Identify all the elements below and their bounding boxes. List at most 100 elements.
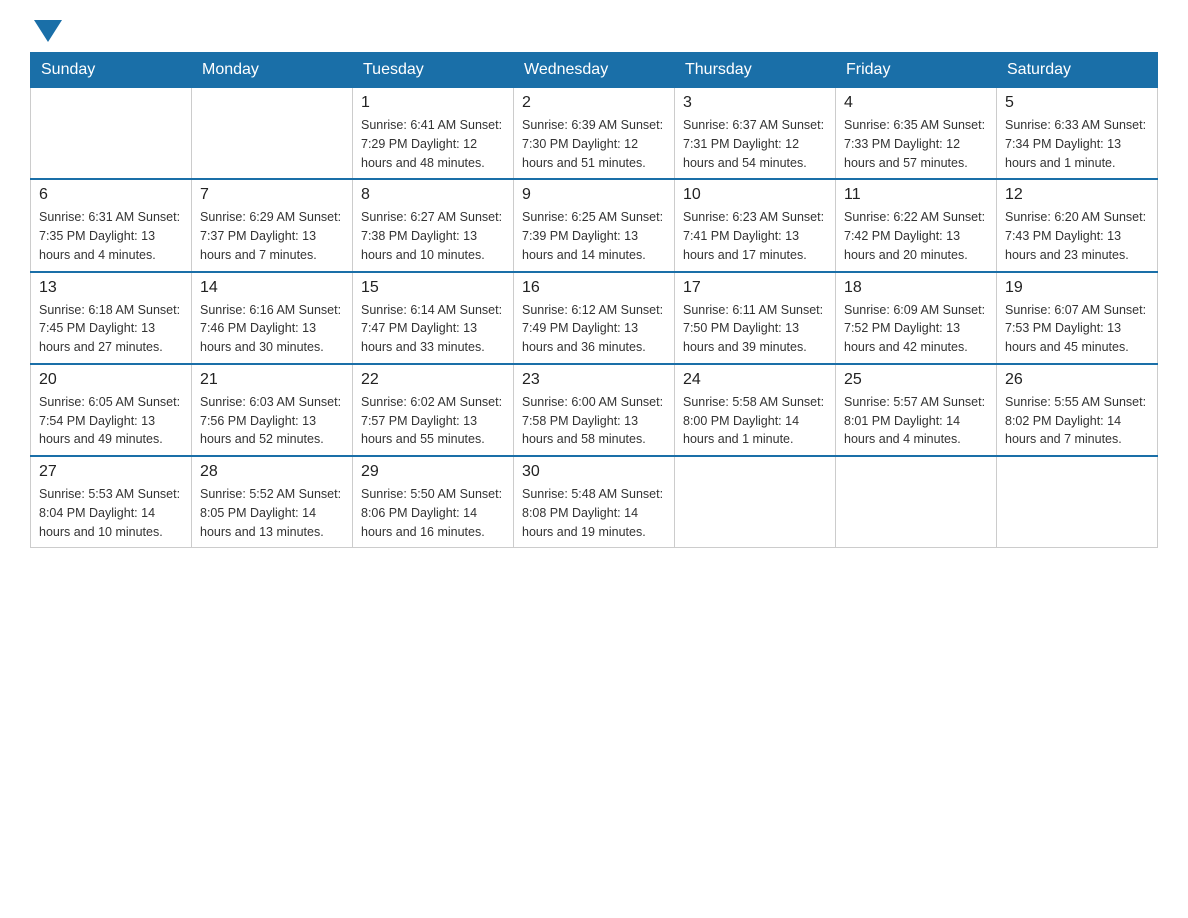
day-info: Sunrise: 6:29 AM Sunset: 7:37 PM Dayligh… — [200, 208, 344, 264]
day-info: Sunrise: 5:55 AM Sunset: 8:02 PM Dayligh… — [1005, 393, 1149, 449]
calendar-cell: 16 Sunrise: 6:12 AM Sunset: 7:49 PM Dayli… — [514, 272, 675, 364]
day-number: 4 — [844, 94, 988, 112]
day-info: Sunrise: 6:03 AM Sunset: 7:56 PM Dayligh… — [200, 393, 344, 449]
calendar-cell: 12 Sunrise: 6:20 AM Sunset: 7:43 PM Dayli… — [997, 179, 1158, 271]
calendar-cell: 29 Sunrise: 5:50 AM Sunset: 8:06 PM Dayli… — [353, 456, 514, 548]
day-number: 1 — [361, 94, 505, 112]
calendar-cell: 10 Sunrise: 6:23 AM Sunset: 7:41 PM Dayli… — [675, 179, 836, 271]
calendar-week-row: 27Sunrise: 5:53 AM Sunset: 8:04 PM Dayli… — [31, 456, 1158, 548]
day-number: 13 — [39, 279, 183, 297]
calendar-cell: 7 Sunrise: 6:29 AM Sunset: 7:37 PM Daylig… — [192, 179, 353, 271]
column-header-tuesday: Tuesday — [353, 53, 514, 88]
day-number: 29 — [361, 463, 505, 481]
calendar-cell: 21 Sunrise: 6:03 AM Sunset: 7:56 PM Dayli… — [192, 364, 353, 456]
day-number: 9 — [522, 186, 666, 204]
day-number: 20 — [39, 371, 183, 389]
day-number: 11 — [844, 186, 988, 204]
calendar-cell: 14Sunrise: 6:16 AM Sunset: 7:46 PM Dayli… — [192, 272, 353, 364]
day-number: 16 — [522, 279, 666, 297]
day-number: 21 — [200, 371, 344, 389]
day-info: Sunrise: 6:22 AM Sunset: 7:42 PM Dayligh… — [844, 208, 988, 264]
day-number: 25 — [844, 371, 988, 389]
calendar-cell: 28 Sunrise: 5:52 AM Sunset: 8:05 PM Dayli… — [192, 456, 353, 548]
day-info: Sunrise: 6:23 AM Sunset: 7:41 PM Dayligh… — [683, 208, 827, 264]
calendar-cell: 26 Sunrise: 5:55 AM Sunset: 8:02 PM Dayli… — [997, 364, 1158, 456]
calendar-cell: 13Sunrise: 6:18 AM Sunset: 7:45 PM Dayli… — [31, 272, 192, 364]
day-number: 10 — [683, 186, 827, 204]
day-number: 30 — [522, 463, 666, 481]
column-header-saturday: Saturday — [997, 53, 1158, 88]
day-info: Sunrise: 6:00 AM Sunset: 7:58 PM Dayligh… — [522, 393, 666, 449]
calendar-week-row: 13Sunrise: 6:18 AM Sunset: 7:45 PM Dayli… — [31, 272, 1158, 364]
calendar-cell: 9 Sunrise: 6:25 AM Sunset: 7:39 PM Daylig… — [514, 179, 675, 271]
day-number: 3 — [683, 94, 827, 112]
day-info: Sunrise: 6:41 AM Sunset: 7:29 PM Dayligh… — [361, 116, 505, 172]
day-number: 2 — [522, 94, 666, 112]
calendar-cell: 11 Sunrise: 6:22 AM Sunset: 7:42 PM Dayli… — [836, 179, 997, 271]
calendar-cell: 8 Sunrise: 6:27 AM Sunset: 7:38 PM Daylig… — [353, 179, 514, 271]
calendar-cell: 30 Sunrise: 5:48 AM Sunset: 8:08 PM Dayli… — [514, 456, 675, 548]
day-number: 5 — [1005, 94, 1149, 112]
logo — [30, 20, 66, 42]
day-number: 28 — [200, 463, 344, 481]
day-info: Sunrise: 6:31 AM Sunset: 7:35 PM Dayligh… — [39, 208, 183, 264]
day-info: Sunrise: 6:20 AM Sunset: 7:43 PM Dayligh… — [1005, 208, 1149, 264]
calendar-week-row: 1 Sunrise: 6:41 AM Sunset: 7:29 PM Daylig… — [31, 88, 1158, 180]
day-info: Sunrise: 6:33 AM Sunset: 7:34 PM Dayligh… — [1005, 116, 1149, 172]
day-info: Sunrise: 6:12 AM Sunset: 7:49 PM Dayligh… — [522, 301, 666, 357]
day-info: Sunrise: 5:50 AM Sunset: 8:06 PM Dayligh… — [361, 485, 505, 541]
day-info: Sunrise: 5:58 AM Sunset: 8:00 PM Dayligh… — [683, 393, 827, 449]
column-header-monday: Monday — [192, 53, 353, 88]
calendar-cell: 19 Sunrise: 6:07 AM Sunset: 7:53 PM Dayli… — [997, 272, 1158, 364]
calendar-header-row: SundayMondayTuesdayWednesdayThursdayFrid… — [31, 53, 1158, 88]
calendar-week-row: 20 Sunrise: 6:05 AM Sunset: 7:54 PM Dayli… — [31, 364, 1158, 456]
day-number: 23 — [522, 371, 666, 389]
calendar-table: SundayMondayTuesdayWednesdayThursdayFrid… — [30, 52, 1158, 548]
day-number: 7 — [200, 186, 344, 204]
day-number: 6 — [39, 186, 183, 204]
calendar-cell: 25 Sunrise: 5:57 AM Sunset: 8:01 PM Dayli… — [836, 364, 997, 456]
day-number: 12 — [1005, 186, 1149, 204]
day-info: Sunrise: 6:25 AM Sunset: 7:39 PM Dayligh… — [522, 208, 666, 264]
day-info: Sunrise: 6:39 AM Sunset: 7:30 PM Dayligh… — [522, 116, 666, 172]
day-info: Sunrise: 6:35 AM Sunset: 7:33 PM Dayligh… — [844, 116, 988, 172]
calendar-cell: 15 Sunrise: 6:14 AM Sunset: 7:47 PM Dayli… — [353, 272, 514, 364]
calendar-cell: 24 Sunrise: 5:58 AM Sunset: 8:00 PM Dayli… — [675, 364, 836, 456]
calendar-cell — [192, 88, 353, 180]
column-header-friday: Friday — [836, 53, 997, 88]
day-info: Sunrise: 6:16 AM Sunset: 7:46 PM Dayligh… — [200, 301, 344, 357]
day-info: Sunrise: 5:53 AM Sunset: 8:04 PM Dayligh… — [39, 485, 183, 541]
day-info: Sunrise: 6:05 AM Sunset: 7:54 PM Dayligh… — [39, 393, 183, 449]
logo-triangle-icon — [34, 20, 62, 42]
day-number: 17 — [683, 279, 827, 297]
day-info: Sunrise: 6:11 AM Sunset: 7:50 PM Dayligh… — [683, 301, 827, 357]
calendar-cell: 2 Sunrise: 6:39 AM Sunset: 7:30 PM Daylig… — [514, 88, 675, 180]
column-header-wednesday: Wednesday — [514, 53, 675, 88]
day-info: Sunrise: 6:27 AM Sunset: 7:38 PM Dayligh… — [361, 208, 505, 264]
calendar-cell — [997, 456, 1158, 548]
calendar-cell — [31, 88, 192, 180]
day-number: 22 — [361, 371, 505, 389]
calendar-cell: 22Sunrise: 6:02 AM Sunset: 7:57 PM Dayli… — [353, 364, 514, 456]
day-info: Sunrise: 5:48 AM Sunset: 8:08 PM Dayligh… — [522, 485, 666, 541]
day-info: Sunrise: 5:52 AM Sunset: 8:05 PM Dayligh… — [200, 485, 344, 541]
calendar-cell: 18 Sunrise: 6:09 AM Sunset: 7:52 PM Dayli… — [836, 272, 997, 364]
day-info: Sunrise: 6:07 AM Sunset: 7:53 PM Dayligh… — [1005, 301, 1149, 357]
day-info: Sunrise: 6:14 AM Sunset: 7:47 PM Dayligh… — [361, 301, 505, 357]
calendar-cell: 27Sunrise: 5:53 AM Sunset: 8:04 PM Dayli… — [31, 456, 192, 548]
day-number: 19 — [1005, 279, 1149, 297]
day-number: 24 — [683, 371, 827, 389]
day-number: 26 — [1005, 371, 1149, 389]
calendar-week-row: 6 Sunrise: 6:31 AM Sunset: 7:35 PM Daylig… — [31, 179, 1158, 271]
page-header — [30, 20, 1158, 42]
day-number: 18 — [844, 279, 988, 297]
calendar-cell: 20 Sunrise: 6:05 AM Sunset: 7:54 PM Dayli… — [31, 364, 192, 456]
calendar-cell: 1 Sunrise: 6:41 AM Sunset: 7:29 PM Daylig… — [353, 88, 514, 180]
calendar-cell — [836, 456, 997, 548]
day-number: 15 — [361, 279, 505, 297]
column-header-sunday: Sunday — [31, 53, 192, 88]
day-info: Sunrise: 5:57 AM Sunset: 8:01 PM Dayligh… — [844, 393, 988, 449]
day-info: Sunrise: 6:09 AM Sunset: 7:52 PM Dayligh… — [844, 301, 988, 357]
day-number: 8 — [361, 186, 505, 204]
calendar-cell — [675, 456, 836, 548]
